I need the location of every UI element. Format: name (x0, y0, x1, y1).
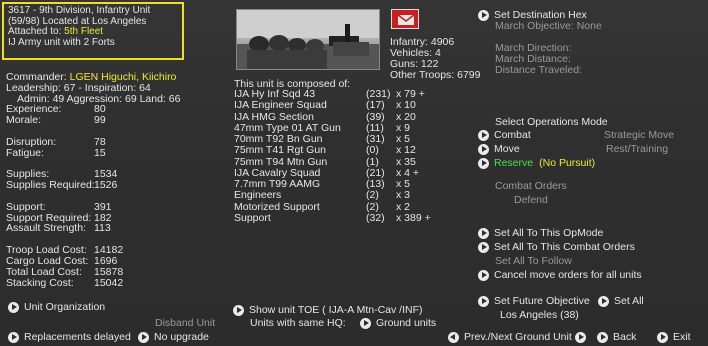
stat-value: 15042 (94, 277, 124, 289)
reserve-mode-button[interactable]: Reserve (No Pursuit) (478, 157, 595, 169)
toe-device-needed: (2) (366, 189, 379, 202)
defend-order[interactable]: Defend (514, 194, 548, 206)
arrow-icon (478, 241, 489, 253)
stat-value: 113 (94, 222, 111, 234)
arrow-icon (8, 331, 19, 343)
combat-mode-button[interactable]: Combat (478, 129, 531, 141)
strategic-move-button[interactable]: Strategic Move (604, 129, 674, 141)
replacements-button[interactable]: Replacements delayed (8, 331, 131, 343)
select-ops-heading: Select Operations Mode (495, 116, 608, 128)
unit-attached: Attached to: 5th Fleet (8, 26, 104, 37)
march-objective: March Objective: None (495, 20, 602, 32)
back-button[interactable]: Back (597, 331, 636, 343)
disband-unit-button[interactable]: Disband Unit (155, 317, 215, 329)
other-troops-count: Other Troops: 6799 (390, 69, 481, 81)
toe-device-name: Engineers (234, 189, 282, 202)
unit-forts: IJ Army unit with 2 Forts (8, 36, 115, 48)
stat-label: Fatigue: (6, 147, 44, 159)
stat-value: 1526 (94, 179, 118, 191)
set-all-follow-button[interactable]: Set All To Follow (495, 255, 572, 267)
set-all-future-button[interactable]: Set All (598, 295, 644, 307)
unit-header-box: 3617 - 9th Division, Infantry Unit (59/9… (2, 2, 184, 60)
stat-label: Supplies Required: (6, 179, 95, 191)
arrow-icon (478, 9, 489, 21)
unit-photo (236, 9, 380, 70)
arrow-icon (8, 301, 19, 313)
soldiers-image (237, 10, 379, 69)
upgrade-button[interactable]: No upgrade (138, 331, 209, 343)
cancel-move-button[interactable]: Cancel move orders for all units (478, 269, 642, 281)
stat-value: 99 (94, 114, 106, 126)
exit-button[interactable]: Exit (657, 331, 691, 343)
arrow-icon (478, 129, 489, 141)
rest-training-button[interactable]: Rest/Training (606, 143, 668, 155)
arrow-icon (478, 295, 489, 307)
arrow-icon (478, 157, 489, 169)
arrow-icon (598, 295, 609, 307)
next-unit-arrow[interactable] (575, 331, 591, 343)
arrow-icon (657, 331, 668, 343)
set-all-combat-button[interactable]: Set All To This Combat Orders (478, 241, 635, 253)
arrow-icon (233, 304, 244, 316)
arrow-icon (478, 269, 489, 281)
ground-units-button[interactable]: Ground units (360, 317, 436, 329)
show-toe-button[interactable]: Show unit TOE ( IJA-A Mtn-Cav /INF) (233, 304, 423, 316)
arrow-icon (478, 143, 489, 155)
toe-device-name: Support (234, 211, 271, 224)
distance-traveled: Distance Traveled: (495, 64, 582, 76)
unit-title: 3617 - 9th Division, Infantry Unit (8, 5, 151, 16)
arrow-icon (138, 331, 149, 343)
stat-label: Morale: (6, 114, 42, 126)
toe-device-qty: x 12 (396, 144, 416, 157)
envelope-icon (397, 14, 415, 25)
future-objective-target: Los Angeles (38) (500, 309, 579, 321)
same-hq-label: Units with same HQ: (250, 317, 346, 329)
toe-device-needed: (32) (366, 211, 385, 224)
arrow-icon (478, 227, 489, 239)
toe-device-name: IJA Engineer Squad (234, 99, 327, 112)
combat-orders-heading: Combat Orders (495, 180, 567, 192)
toe-device-qty: x 3 (396, 189, 411, 202)
set-all-opmode-button[interactable]: Set All To This OpMode (478, 227, 603, 239)
toe-device-needed: (17) (366, 99, 385, 112)
unit-organization-button[interactable]: Unit Organization (8, 301, 105, 313)
stat-label: Assault Strength: (6, 222, 86, 234)
set-future-objective-button[interactable]: Set Future Objective (478, 295, 590, 307)
no-pursuit-label: (No Pursuit) (539, 157, 596, 169)
stat-label: Stacking Cost: (6, 277, 74, 289)
arrow-icon (597, 331, 608, 343)
toe-device-needed: (0) (366, 144, 379, 157)
toe-device-qty: x 389 + (396, 211, 431, 224)
arrow-left-icon (448, 331, 459, 343)
mail-icon[interactable] (391, 9, 419, 29)
attached-hq-link[interactable]: 5th Fleet (64, 26, 103, 37)
prev-next-unit-button[interactable]: Prev./Next Ground Unit (448, 331, 572, 343)
toe-device-name: 75mm T41 Rgt Gun (234, 144, 327, 157)
arrow-icon (360, 317, 371, 329)
arrow-right-icon (575, 331, 586, 343)
stat-value: 15 (94, 147, 106, 159)
toe-device-qty: x 10 (396, 99, 416, 112)
move-mode-button[interactable]: Move (478, 143, 520, 155)
